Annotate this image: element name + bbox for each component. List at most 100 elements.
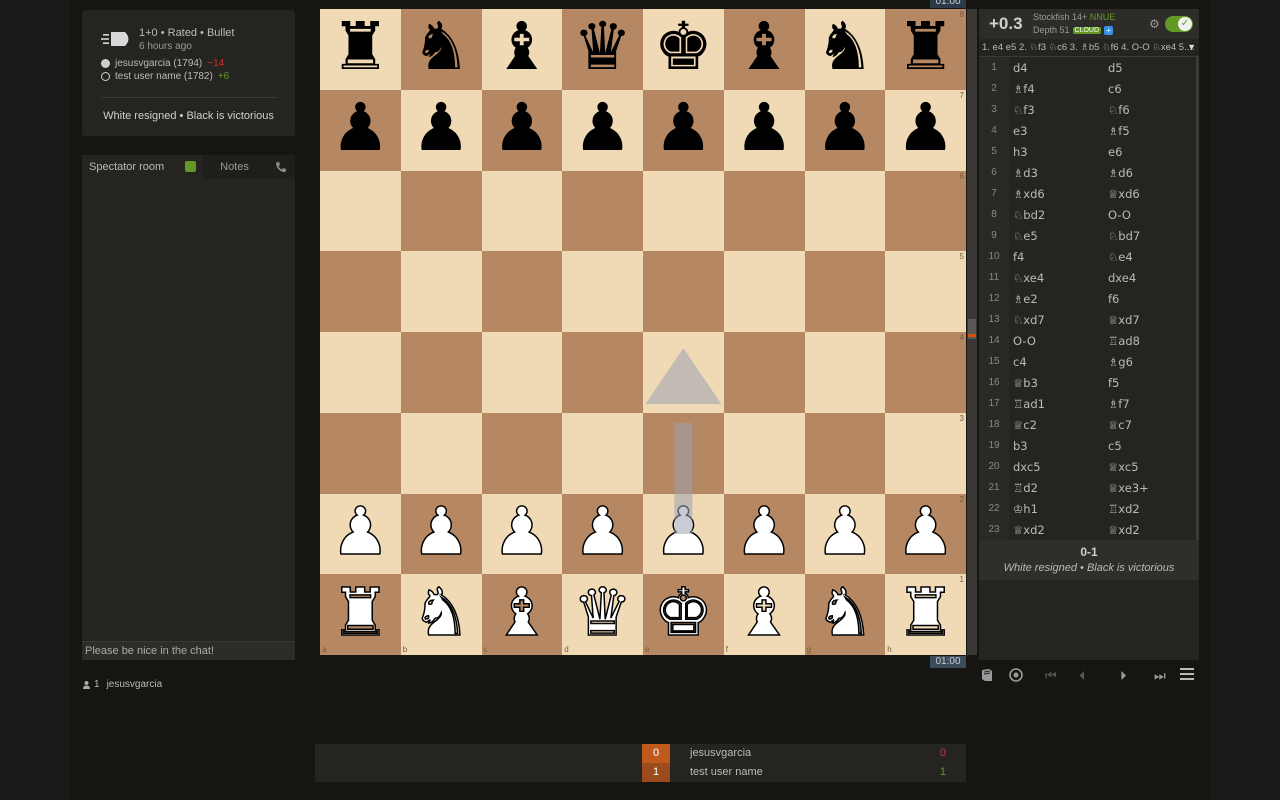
white-move[interactable]: b3 [1009, 439, 1104, 453]
tab-voice[interactable] [267, 155, 295, 179]
square-e2[interactable]: ♟ [643, 493, 724, 575]
square-f2[interactable]: ♟ [723, 493, 805, 575]
square-b6[interactable] [400, 170, 482, 252]
tab-spectator-room[interactable]: Spectator room [82, 155, 202, 179]
chess-board[interactable]: ♜ ♞ ♝ ♛ ♚ ♝ ♞ ♜ 8 ♟ ♟ ♟ ♟ ♟ ♟ ♟ ♟ 7 6 5 4 3 ♟ ♟ ♟ ♟ ♟ ♟ ♟ ♟ 2 ♜ a ♞ b ♝ c ♛ d ♚… [320, 9, 966, 655]
square-h6[interactable]: 6 [885, 170, 966, 252]
white-move[interactable]: ♘e5 [1009, 229, 1104, 243]
white-pawn-icon[interactable]: ♟ [411, 498, 472, 566]
square-g6[interactable] [804, 170, 886, 252]
prev-move-icon[interactable]: ⏴ [1079, 668, 1086, 684]
square-e3[interactable] [643, 412, 724, 494]
black-move[interactable]: c5 [1104, 439, 1199, 453]
chat-input[interactable] [82, 641, 295, 660]
black-queen-icon[interactable]: ♛ [573, 14, 632, 80]
white-move[interactable]: ♕c2 [1009, 418, 1104, 432]
white-pawn-icon[interactable]: ♟ [492, 498, 553, 566]
black-move[interactable]: f6 [1104, 292, 1199, 306]
black-player-name[interactable]: test user name (1782) [115, 71, 213, 82]
square-a6[interactable] [320, 170, 401, 252]
menu-icon[interactable] [1180, 668, 1194, 680]
square-g3[interactable] [804, 412, 886, 494]
black-pawn-icon[interactable]: ♟ [735, 95, 794, 161]
square-e7[interactable]: ♟ [643, 89, 724, 171]
white-rook-icon[interactable]: ♜ [895, 578, 956, 646]
square-h7[interactable]: ♟ 7 [885, 89, 966, 171]
board-grid[interactable]: ♜ ♞ ♝ ♛ ♚ ♝ ♞ ♜ 8 ♟ ♟ ♟ ♟ ♟ ♟ ♟ ♟ 7 6 5 4 3 ♟ ♟ ♟ ♟ ♟ ♟ ♟ ♟ 2 ♜ a ♞ b ♝ c ♛ d ♚… [320, 9, 966, 655]
square-d3[interactable] [562, 412, 643, 494]
square-a2[interactable]: ♟ [320, 493, 401, 575]
white-move[interactable]: dxc5 [1009, 460, 1104, 474]
square-h3[interactable]: 3 [885, 412, 966, 494]
square-a8[interactable]: ♜ [320, 9, 401, 90]
black-score-name[interactable]: test user name [690, 763, 763, 782]
white-pawn-icon[interactable]: ♟ [330, 498, 391, 566]
black-move[interactable]: ♘f6 [1104, 103, 1199, 117]
black-knight-icon[interactable]: ♞ [815, 14, 874, 80]
first-move-icon[interactable]: ⏮ [1045, 668, 1057, 684]
black-move[interactable]: ♗f7 [1104, 397, 1199, 411]
square-d2[interactable]: ♟ [562, 493, 643, 575]
square-c2[interactable]: ♟ [481, 493, 563, 575]
black-move[interactable]: c6 [1104, 82, 1199, 96]
black-bishop-icon[interactable]: ♝ [492, 14, 551, 80]
square-g1[interactable]: ♞ g [804, 574, 886, 655]
black-move[interactable]: ♕xd6 [1104, 187, 1199, 201]
black-move[interactable]: ♕xd7 [1104, 313, 1199, 327]
black-pawn-icon[interactable]: ♟ [573, 95, 632, 161]
white-move[interactable]: d4 [1009, 61, 1104, 75]
square-b7[interactable]: ♟ [400, 89, 482, 171]
chat-toggle-checkbox[interactable] [185, 161, 196, 172]
square-f1[interactable]: ♝ f [723, 574, 805, 655]
black-pawn-icon[interactable]: ♟ [896, 95, 955, 161]
black-bishop-icon[interactable]: ♝ [735, 14, 794, 80]
white-king-icon[interactable]: ♚ [653, 578, 714, 646]
black-pawn-icon[interactable]: ♟ [412, 95, 471, 161]
white-pawn-icon[interactable]: ♟ [653, 498, 714, 566]
white-move[interactable]: ♖ad1 [1009, 397, 1104, 411]
white-knight-icon[interactable]: ♞ [815, 578, 876, 646]
square-b4[interactable] [400, 332, 482, 413]
white-bishop-icon[interactable]: ♝ [734, 578, 795, 646]
black-move[interactable]: O-O [1104, 208, 1199, 222]
white-move[interactable]: ♖d2 [1009, 481, 1104, 495]
square-a5[interactable] [320, 251, 401, 332]
square-c5[interactable] [481, 251, 563, 332]
principal-variation[interactable]: 1. e4 e5 2. ♘f3 ♘c6 3. ♗b5 ♘f6 4. O-O ♘x… [979, 39, 1199, 57]
square-b5[interactable] [400, 251, 482, 332]
square-c4[interactable] [481, 332, 563, 413]
square-d6[interactable] [562, 170, 643, 252]
white-pawn-icon[interactable]: ♟ [734, 498, 795, 566]
square-c8[interactable]: ♝ [481, 9, 563, 90]
black-move[interactable]: ♘bd7 [1104, 229, 1199, 243]
white-player-line[interactable]: jesusvgarcia (1794) −14 [101, 58, 224, 69]
square-b3[interactable] [400, 412, 482, 494]
black-pawn-icon[interactable]: ♟ [492, 95, 551, 161]
black-king-icon[interactable]: ♚ [654, 14, 713, 80]
white-pawn-icon[interactable]: ♟ [572, 498, 633, 566]
black-pawn-icon[interactable]: ♟ [654, 95, 713, 161]
white-move[interactable]: ♘xd7 [1009, 313, 1104, 327]
square-f7[interactable]: ♟ [723, 89, 805, 171]
black-move[interactable]: ♗d6 [1104, 166, 1199, 180]
square-c6[interactable] [481, 170, 563, 252]
white-move[interactable]: ♗d3 [1009, 166, 1104, 180]
pv-expand-icon[interactable]: ▼ [1187, 42, 1196, 52]
engine-settings-icon[interactable]: ⚙ [1149, 17, 1160, 31]
square-g2[interactable]: ♟ [804, 493, 886, 575]
last-move-icon[interactable]: ⏭ [1154, 668, 1166, 684]
engine-toggle[interactable] [1165, 16, 1193, 32]
square-c1[interactable]: ♝ c [481, 574, 563, 655]
square-h2[interactable]: ♟ 2 [885, 493, 966, 575]
square-f8[interactable]: ♝ [723, 9, 805, 90]
square-h8[interactable]: ♜ 8 [885, 9, 966, 90]
black-move[interactable]: ♖ad8 [1104, 334, 1199, 348]
black-move[interactable]: dxe4 [1104, 271, 1199, 285]
square-c7[interactable]: ♟ [481, 89, 563, 171]
square-b8[interactable]: ♞ [400, 9, 482, 90]
black-move[interactable]: ♕xc5 [1104, 460, 1199, 474]
square-g4[interactable] [804, 332, 886, 413]
white-score-name[interactable]: jesusvgarcia [690, 744, 751, 763]
black-player-line[interactable]: test user name (1782) +6 [101, 71, 229, 82]
board-scrollbar[interactable] [967, 9, 977, 655]
